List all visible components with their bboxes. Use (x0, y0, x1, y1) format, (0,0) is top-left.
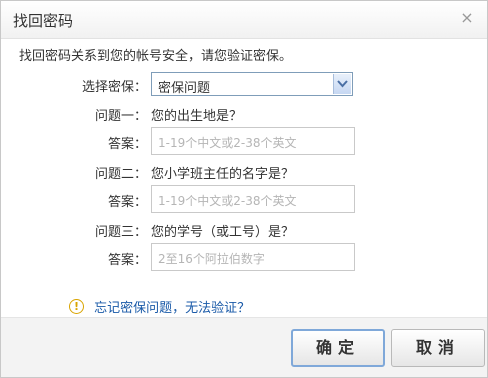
answer-3-input[interactable]: 2至16个阿拉伯数字 (151, 243, 355, 271)
answer-1-label: 答案： (107, 137, 147, 152)
forgot-security-row: ! 忘记密保问题，无法验证？ (69, 297, 250, 316)
warning-icon: ! (69, 299, 84, 314)
security-select[interactable]: 密保问题 (151, 72, 353, 96)
answer-1-placeholder: 1-19个中文或2-38个英文 (158, 136, 297, 150)
confirm-button[interactable]: 确定 (291, 329, 385, 367)
question-3-text: 您的学号（或工号）是？ (151, 225, 295, 240)
find-password-dialog: 找回密码 × 找回密码关系到您的帐号安全，请您验证密保。 选择密保： 密保问题 … (0, 0, 488, 378)
question-3-row: 问题三： 您的学号（或工号）是？ (1, 217, 487, 241)
dialog-titlebar: 找回密码 × (1, 1, 487, 39)
intro-text: 找回密码关系到您的帐号安全，请您验证密保。 (19, 49, 293, 64)
answer-3-placeholder: 2至16个阿拉伯数字 (158, 252, 265, 266)
close-icon[interactable]: × (459, 10, 475, 26)
dialog-footer: 确定 取消 (1, 317, 487, 377)
answer-1-row: 答案： 1-19个中文或2-38个英文 (1, 127, 487, 155)
answer-2-input[interactable]: 1-19个中文或2-38个英文 (151, 185, 355, 213)
answer-2-label: 答案： (107, 195, 147, 210)
cancel-button[interactable]: 取消 (391, 329, 485, 367)
answer-3-row: 答案： 2至16个阿拉伯数字 (1, 243, 487, 271)
question-2-text: 您小学班主任的名字是？ (151, 167, 295, 182)
forgot-security-link[interactable]: 忘记密保问题，无法验证？ (94, 301, 250, 316)
answer-3-label: 答案： (107, 253, 147, 268)
question-2-row: 问题二： 您小学班主任的名字是？ (1, 159, 487, 183)
question-3-label: 问题三： (94, 225, 147, 240)
answer-2-row: 答案： 1-19个中文或2-38个英文 (1, 185, 487, 213)
question-1-label: 问题一： (94, 109, 147, 124)
answer-2-placeholder: 1-19个中文或2-38个英文 (158, 194, 297, 208)
question-2-label: 问题二： (94, 167, 147, 182)
dialog-title: 找回密码 (13, 12, 74, 30)
security-row: 选择密保： 密保问题 (1, 72, 487, 96)
chevron-down-icon[interactable] (333, 74, 351, 94)
security-label: 选择密保： (81, 80, 147, 95)
question-1-row: 问题一： 您的出生地是？ (1, 101, 487, 125)
security-select-value: 密保问题 (158, 81, 211, 96)
answer-1-input[interactable]: 1-19个中文或2-38个英文 (151, 127, 355, 155)
question-1-text: 您的出生地是？ (151, 109, 243, 124)
